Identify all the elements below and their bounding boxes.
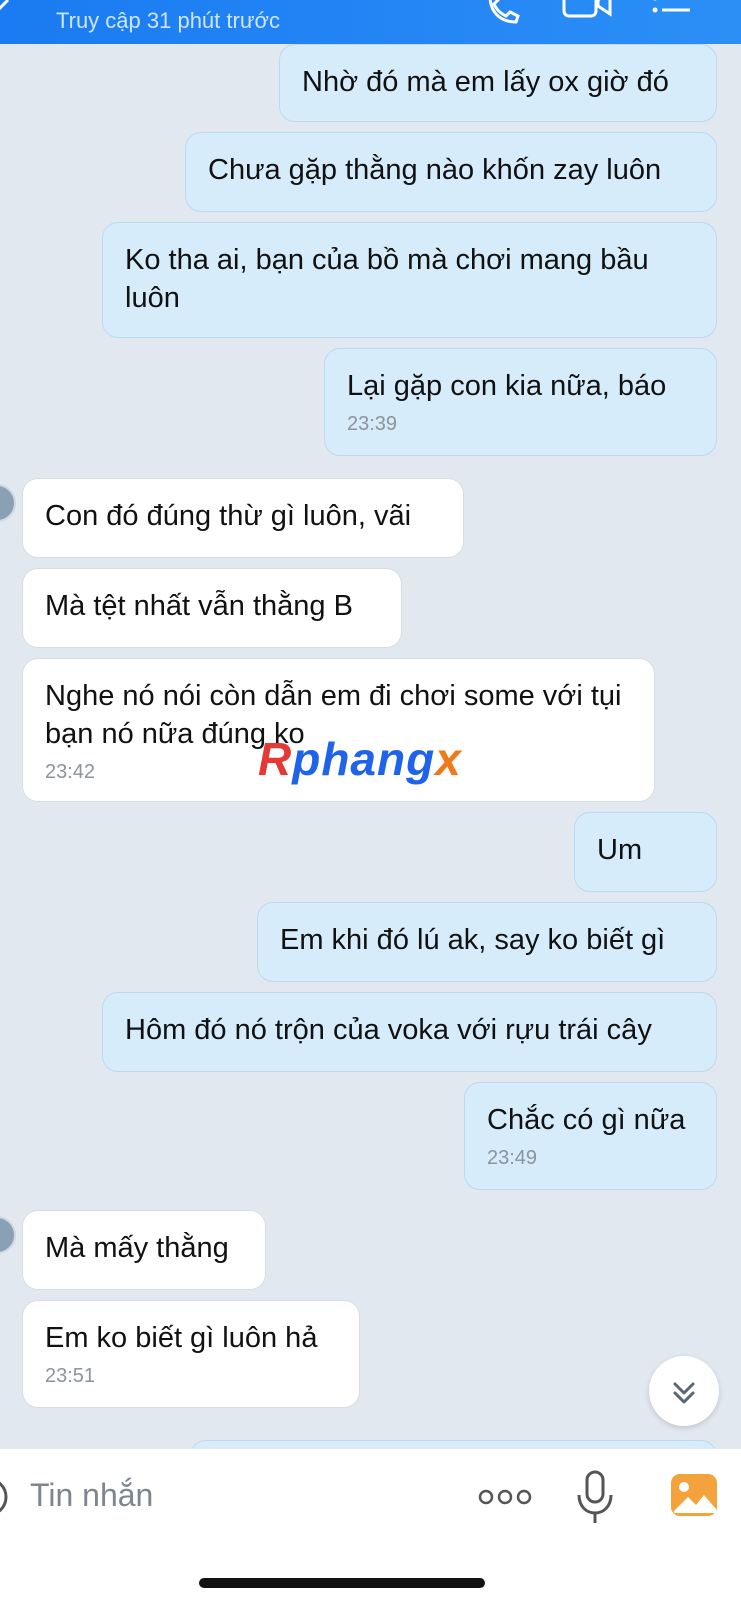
avatar[interactable] — [0, 484, 16, 522]
message-time: 23:49 — [487, 1147, 538, 1169]
message-time: 23:51 — [45, 1365, 96, 1387]
message-text: Hôm đó nó trộn của voka với rựu trái cây — [125, 1014, 652, 1046]
watermark-part: R — [258, 733, 293, 785]
message-bubble[interactable]: Em khi đó lú ak, say ko biết gì — [257, 902, 717, 982]
back-icon[interactable] — [0, 0, 14, 20]
message-bubble[interactable]: Em ko biết gì luôn hả 23:51 — [22, 1300, 360, 1408]
message-bubble[interactable]: Con đó đúng thừ gì luôn, vãi — [22, 478, 464, 558]
message-time: 23:39 — [347, 413, 398, 435]
message-bubble[interactable]: Um — [574, 812, 717, 892]
message-text: Lại gặp con kia nữa, báo — [347, 370, 667, 402]
message-bubble[interactable]: Mà mấy thằng — [22, 1210, 266, 1290]
last-seen-status: Truy cập 31 phút trước — [56, 8, 280, 33]
emoji-icon[interactable] — [0, 1475, 10, 1519]
message-text: Em ko biết gì luôn hả — [45, 1322, 318, 1354]
chat-header: Truy cập 31 phút trước — [0, 0, 741, 44]
scroll-down-icon — [673, 1382, 695, 1404]
message-bubble[interactable]: Lại gặp con kia nữa, báo 23:39 — [324, 348, 717, 456]
message-text: Em khi đó lú ak, say ko biết gì — [280, 924, 666, 956]
image-icon[interactable] — [670, 1473, 718, 1517]
home-indicator — [199, 1578, 485, 1588]
watermark-part: phang — [292, 733, 436, 785]
message-bubble[interactable]: Mà tệt nhất vẫn thằng B — [22, 568, 402, 648]
video-call-icon[interactable] — [562, 0, 612, 22]
message-bubble[interactable]: Chưa gặp thằng nào khốn zay luôn — [185, 132, 717, 212]
watermark-part: x — [435, 733, 462, 785]
message-bubble[interactable]: Nhờ đó mà em lấy ox giờ đó — [279, 44, 717, 122]
message-text: Ko tha ai, bạn của bồ mà chơi mang bầu l… — [125, 244, 649, 314]
phone-icon[interactable] — [484, 0, 524, 28]
avatar[interactable] — [0, 1216, 16, 1254]
message-text: Con đó đúng thừ gì luôn, vãi — [45, 500, 412, 532]
scroll-to-bottom-button[interactable] — [649, 1356, 719, 1426]
menu-icon[interactable] — [650, 0, 692, 24]
microphone-icon[interactable] — [574, 1469, 616, 1527]
more-icon[interactable] — [478, 1487, 532, 1507]
message-bubble[interactable]: Ko tha ai, bạn của bồ mà chơi mang bầu l… — [102, 222, 717, 338]
message-bubble[interactable]: Chắc có gì nữa 23:49 — [464, 1082, 717, 1190]
message-input[interactable]: Tin nhắn — [30, 1477, 153, 1514]
watermark-logo: Rphangx — [258, 732, 462, 786]
message-bubble[interactable]: Hôm đó nó trộn của voka với rựu trái cây — [102, 992, 717, 1072]
message-text: Nhờ đó mà em lấy ox giờ đó — [302, 66, 669, 98]
message-text: Chưa gặp thằng nào khốn zay luôn — [208, 154, 662, 186]
message-text: Mà mấy thằng — [45, 1232, 229, 1264]
message-text: Mà tệt nhất vẫn thằng B — [45, 590, 353, 622]
message-text: Um — [597, 834, 643, 866]
message-text: Chắc có gì nữa — [487, 1104, 686, 1136]
message-bubble-partial[interactable] — [190, 1440, 717, 1448]
